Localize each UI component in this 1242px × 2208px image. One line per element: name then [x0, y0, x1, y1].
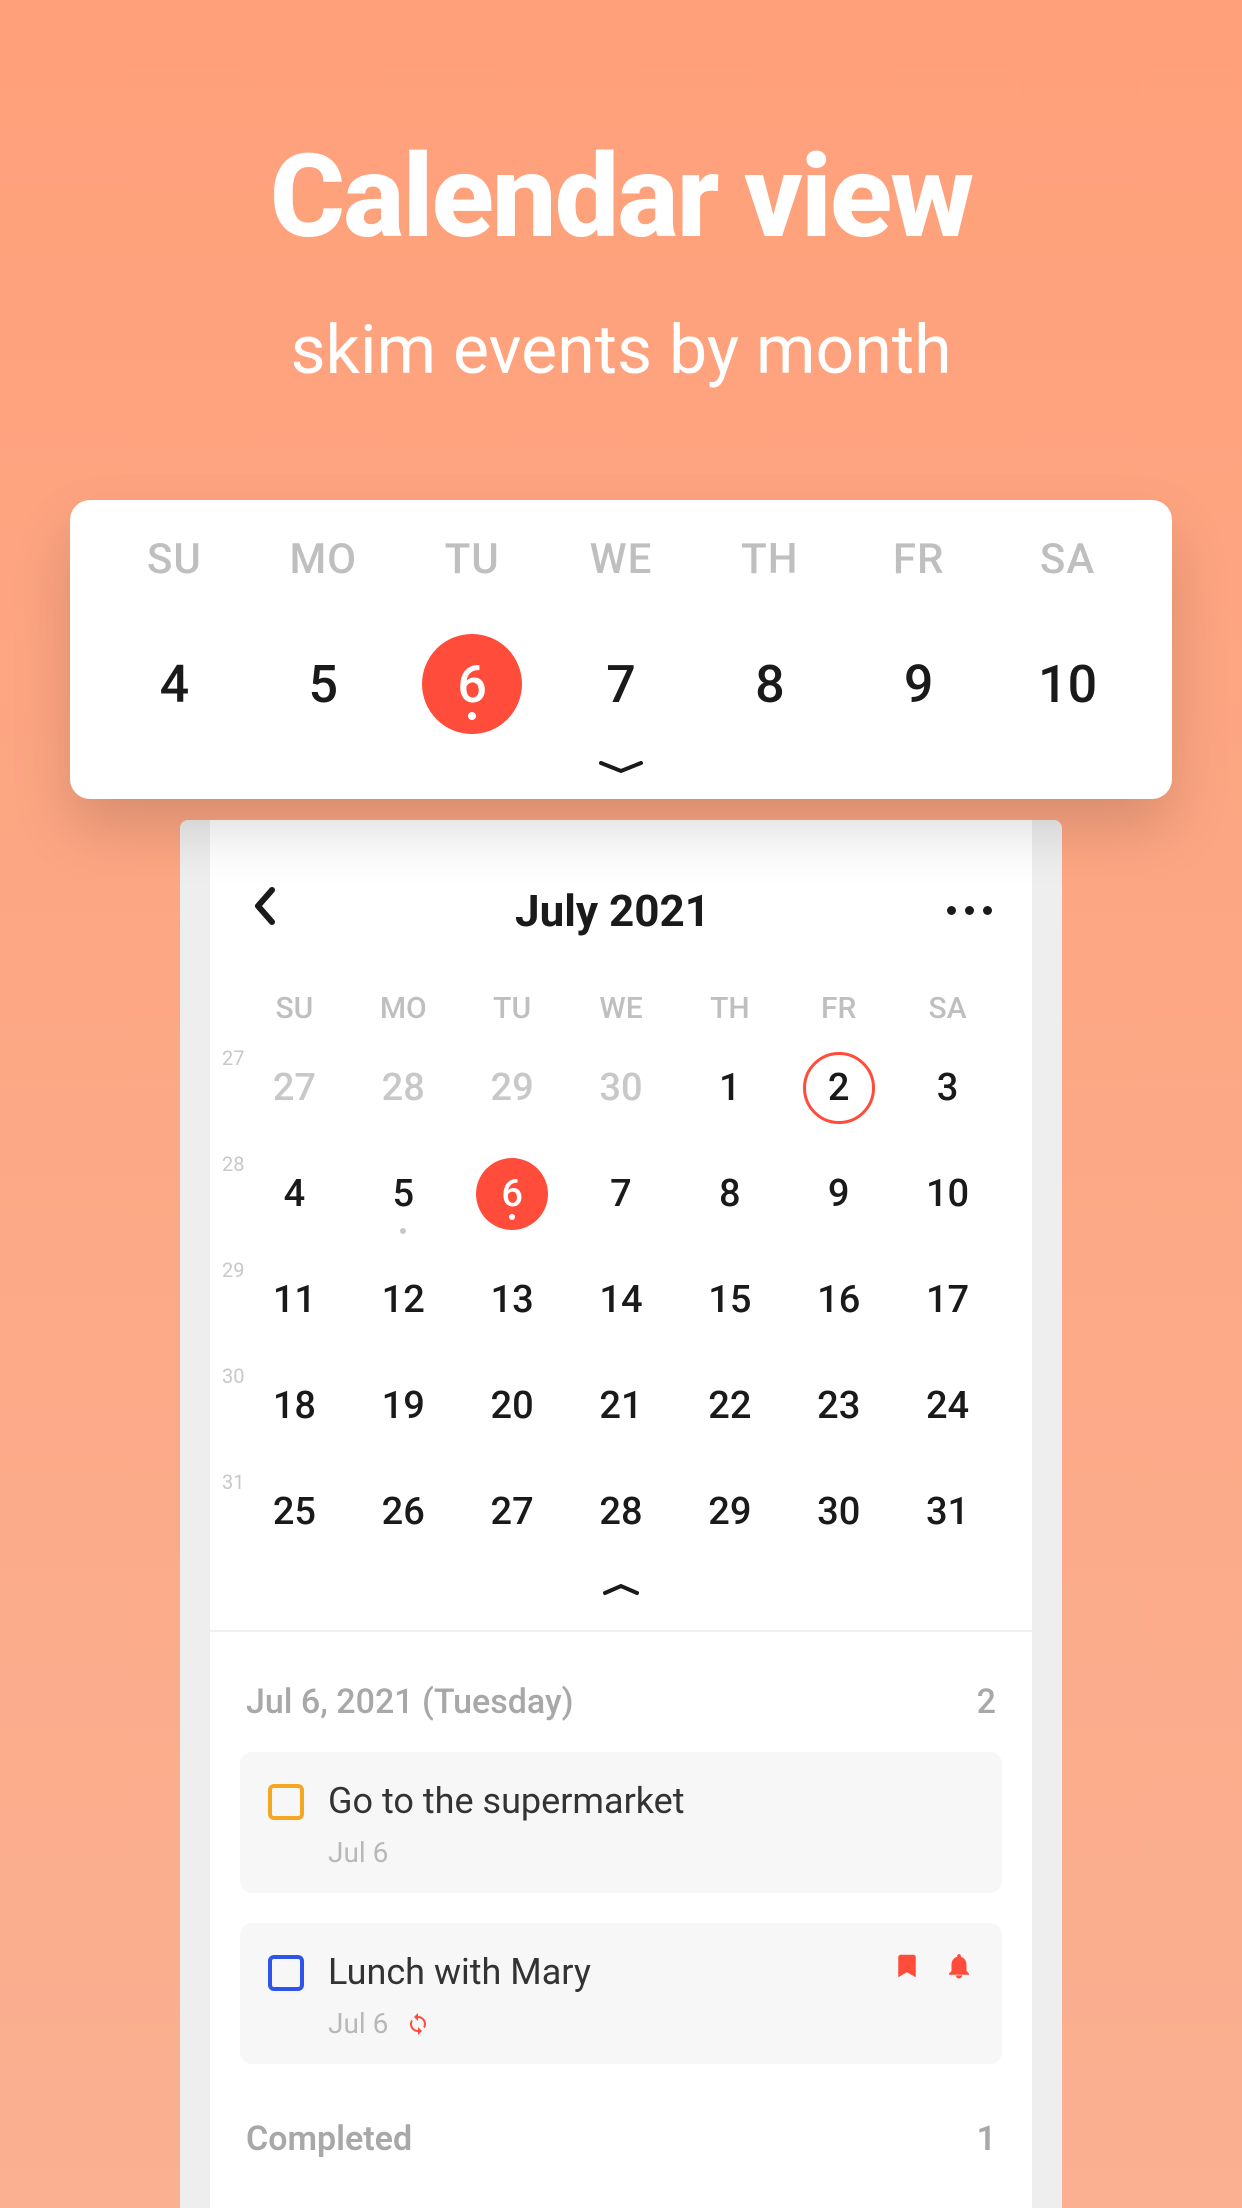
month-day-cell[interactable]: 13: [458, 1256, 567, 1344]
month-day-cell[interactable]: 9: [784, 1150, 893, 1238]
more-options-button[interactable]: [937, 906, 1002, 915]
month-dow-label: TH: [675, 991, 784, 1026]
week-dow-label: SA: [993, 535, 1142, 584]
list-count: 2: [977, 1682, 996, 1722]
month-day-cell[interactable]: 26: [349, 1468, 458, 1556]
month-dow-label: SA: [893, 991, 1002, 1026]
task-title: Go to the supermarket: [328, 1780, 974, 1822]
month-dow-label: MO: [349, 991, 458, 1026]
month-panel: July 2021 SUMOTUWETHFRSA 272728293012328…: [210, 820, 1032, 2208]
divider: [210, 1630, 1032, 1632]
month-title: July 2021: [288, 885, 937, 937]
month-week-row: 3125262728293031: [240, 1468, 1002, 1556]
month-day-cell[interactable]: 4: [240, 1150, 349, 1238]
chevron-up-icon: [601, 1582, 641, 1596]
week-day-cell[interactable]: 6: [398, 634, 547, 734]
week-dow-label: WE: [547, 535, 696, 584]
repeat-icon: [406, 2012, 430, 2036]
week-dow-label: TH: [695, 535, 844, 584]
month-dow-label: WE: [567, 991, 676, 1026]
month-day-cell[interactable]: 29: [458, 1044, 567, 1132]
hero: Calendar view skim events by month: [0, 0, 1242, 390]
month-week-row: 3018192021222324: [240, 1362, 1002, 1450]
month-day-cell[interactable]: 18: [240, 1362, 349, 1450]
month-week-row: 2845678910: [240, 1150, 1002, 1238]
task-item[interactable]: Lunch with Mary Jul 6: [240, 1923, 1002, 2064]
month-day-cell[interactable]: 5: [349, 1150, 458, 1238]
week-day-cell[interactable]: 7: [547, 634, 696, 734]
list-date-heading: Jul 6, 2021 (Tuesday): [246, 1682, 574, 1722]
bell-icon: [944, 1951, 974, 1981]
phone-frame: July 2021 SUMOTUWETHFRSA 272728293012328…: [180, 820, 1062, 2208]
month-day-cell[interactable]: 7: [567, 1150, 676, 1238]
completed-heading[interactable]: Completed: [246, 2119, 412, 2159]
month-day-cell[interactable]: 3: [893, 1044, 1002, 1132]
month-day-cell[interactable]: 6: [458, 1150, 567, 1238]
month-day-cell[interactable]: 14: [567, 1256, 676, 1344]
hero-title: Calendar view: [0, 130, 1242, 265]
month-day-cell[interactable]: 22: [675, 1362, 784, 1450]
task-checkbox[interactable]: [268, 1955, 304, 1991]
month-dow-label: SU: [240, 991, 349, 1026]
chevron-down-icon: [597, 759, 645, 775]
week-dow-label: FR: [844, 535, 993, 584]
month-day-cell[interactable]: 29: [675, 1468, 784, 1556]
month-day-cell[interactable]: 17: [893, 1256, 1002, 1344]
month-day-cell[interactable]: 12: [349, 1256, 458, 1344]
month-dow-label: FR: [784, 991, 893, 1026]
completed-count: 1: [977, 2119, 996, 2159]
month-day-cell[interactable]: 8: [675, 1150, 784, 1238]
hero-subtitle: skim events by month: [0, 310, 1242, 390]
month-day-cell[interactable]: 27: [458, 1468, 567, 1556]
month-day-cell[interactable]: 28: [349, 1044, 458, 1132]
task-title: Lunch with Mary: [328, 1951, 868, 1993]
month-day-cell[interactable]: 24: [893, 1362, 1002, 1450]
week-strip-card: SUMOTUWETHFRSA 45678910: [70, 500, 1172, 799]
month-week-row: 2911121314151617: [240, 1256, 1002, 1344]
month-day-cell[interactable]: 23: [784, 1362, 893, 1450]
month-day-cell[interactable]: 30: [784, 1468, 893, 1556]
month-day-cell[interactable]: 1: [675, 1044, 784, 1132]
month-day-cell[interactable]: 19: [349, 1362, 458, 1450]
month-day-cell[interactable]: 21: [567, 1362, 676, 1450]
collapse-month-button[interactable]: [240, 1581, 1002, 1600]
task-checkbox[interactable]: [268, 1784, 304, 1820]
task-item[interactable]: Go to the supermarket Jul 6: [240, 1752, 1002, 1893]
month-day-cell[interactable]: 30: [567, 1044, 676, 1132]
expand-week-button[interactable]: [100, 759, 1142, 779]
month-day-cell[interactable]: 16: [784, 1256, 893, 1344]
task-subtitle: Jul 6: [328, 1836, 974, 1869]
month-day-cell[interactable]: 31: [893, 1468, 1002, 1556]
month-week-row: 2727282930123: [240, 1044, 1002, 1132]
week-dow-label: SU: [100, 535, 249, 584]
back-button[interactable]: [240, 880, 288, 941]
month-day-cell[interactable]: 2: [784, 1044, 893, 1132]
month-day-cell[interactable]: 15: [675, 1256, 784, 1344]
week-day-cell[interactable]: 10: [993, 634, 1142, 734]
month-day-cell[interactable]: 20: [458, 1362, 567, 1450]
month-day-cell[interactable]: 28: [567, 1468, 676, 1556]
week-day-cell[interactable]: 9: [844, 634, 993, 734]
task-subtitle: Jul 6: [328, 2007, 868, 2040]
week-dow-label: TU: [398, 535, 547, 584]
week-day-cell[interactable]: 4: [100, 634, 249, 734]
week-day-cell[interactable]: 5: [249, 634, 398, 734]
chevron-left-icon: [250, 884, 278, 928]
tag-icon: [892, 1951, 922, 1981]
month-day-cell[interactable]: 10: [893, 1150, 1002, 1238]
month-day-cell[interactable]: 11: [240, 1256, 349, 1344]
month-day-cell[interactable]: 25: [240, 1468, 349, 1556]
week-day-cell[interactable]: 8: [695, 634, 844, 734]
month-day-cell[interactable]: 27: [240, 1044, 349, 1132]
month-dow-label: TU: [458, 991, 567, 1026]
week-dow-label: MO: [249, 535, 398, 584]
